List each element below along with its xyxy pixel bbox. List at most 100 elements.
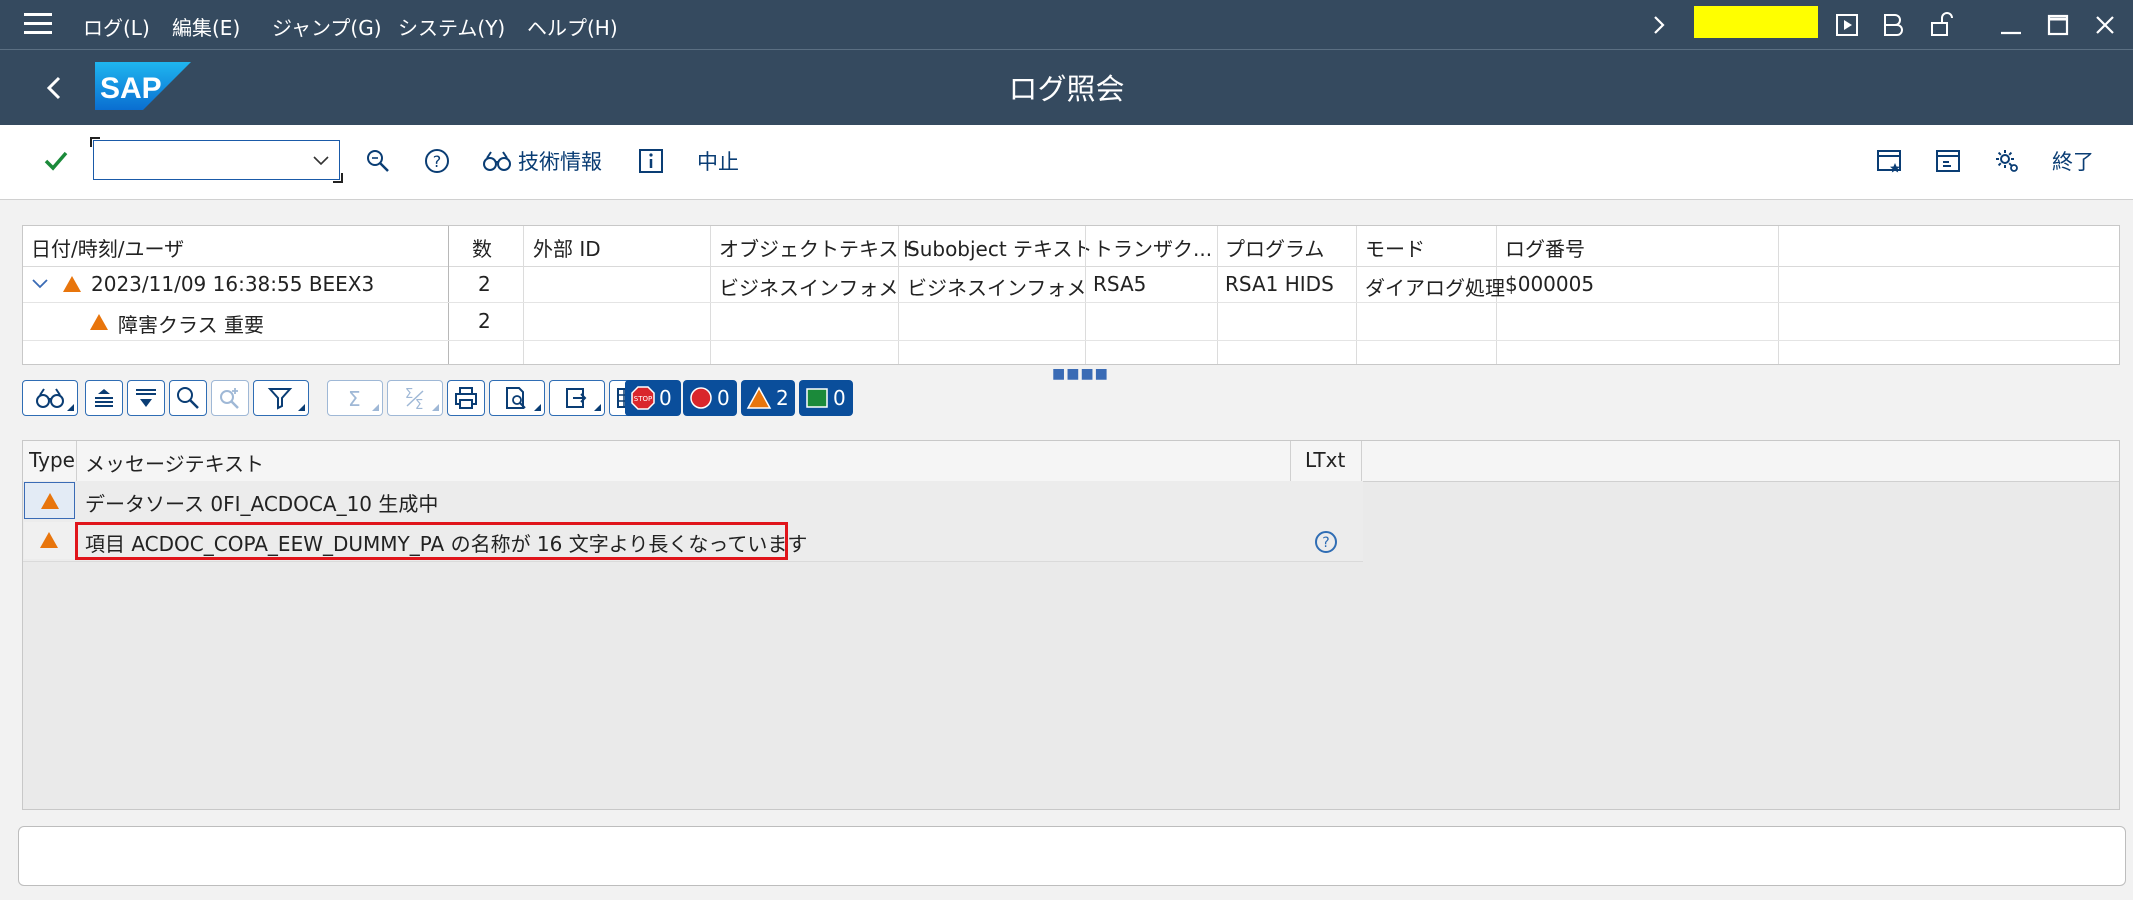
title-bar: SAP ログ照会 — [0, 50, 2133, 125]
row-count: 2 — [478, 309, 491, 333]
row-object-text: ビジネスインフォメーシ — [719, 276, 897, 300]
ok-code-field[interactable] — [90, 137, 343, 183]
page-title: ログ照会 — [1008, 72, 1125, 106]
col-header-program[interactable]: プログラム — [1225, 233, 1324, 262]
menu-log[interactable]: ログ(L) — [83, 12, 150, 41]
col-header-mode[interactable]: モード — [1365, 233, 1425, 262]
warning-icon — [746, 386, 772, 409]
error-count-button[interactable]: 0 — [683, 380, 737, 416]
col-header-object-text[interactable]: オブジェクトテキスト — [719, 233, 918, 262]
print-button[interactable] — [447, 380, 485, 416]
svg-text:?: ? — [433, 152, 442, 171]
chevron-down-icon[interactable] — [31, 277, 49, 291]
subtotal-button[interactable]: ΣΣ — [387, 380, 443, 416]
command-field[interactable] — [1694, 6, 1818, 38]
hamburger-menu-icon[interactable] — [24, 13, 52, 35]
sort-descending-button[interactable] — [127, 380, 165, 416]
settings-icon[interactable] — [1993, 143, 2021, 179]
ok-code-input[interactable] — [100, 146, 294, 174]
row-problem-class: 障害クラス 重要 — [118, 313, 264, 337]
window-favorite-icon[interactable] — [1875, 143, 1903, 179]
long-text-help-icon[interactable]: ? — [1313, 529, 1339, 555]
details-button[interactable] — [22, 380, 78, 416]
cancel-button[interactable]: 中止 — [697, 143, 739, 179]
col-header-subobject-text[interactable]: Subobject テキスト — [907, 233, 1092, 262]
menu-system[interactable]: システム(Y) — [398, 12, 505, 41]
export-icon — [566, 388, 587, 408]
warning-count: 2 — [776, 386, 789, 410]
col-header-transaction[interactable]: トランザク... — [1093, 233, 1212, 262]
chevron-down-icon[interactable] — [311, 150, 331, 170]
find-next-button[interactable] — [211, 380, 249, 416]
exit-button[interactable]: 終了 — [2052, 143, 2094, 179]
column-divider — [1217, 226, 1218, 364]
message-text: データソース 0FI_ACDOCA_10 生成中 — [85, 492, 439, 516]
menu-jump[interactable]: ジャンプ(G) — [272, 12, 382, 41]
highlight-annotation — [75, 522, 788, 560]
message-row[interactable]: データソース 0FI_ACDOCA_10 生成中 — [23, 481, 1363, 522]
menu-bar: ログ(L) 編集(E) ジャンプ(G) システム(Y) ヘルプ(H) — [0, 0, 2133, 50]
alv-toolbar: Σ ΣΣ — [22, 380, 2120, 420]
log-tree-table: 日付/時刻/ユーザ 数 外部 ID オブジェクトテキスト Subobject テ… — [22, 225, 2120, 365]
success-count: 0 — [833, 386, 846, 410]
col-header-message-text[interactable]: メッセージテキスト — [85, 448, 264, 477]
stop-count-button[interactable]: STOP 0 — [625, 380, 681, 416]
new-window-icon[interactable] — [1934, 143, 1962, 179]
log-tree-header: 日付/時刻/ユーザ 数 外部 ID オブジェクトテキスト Subobject テ… — [23, 226, 2119, 267]
warning-count-button[interactable]: 2 — [741, 380, 795, 416]
svg-text:?: ? — [1322, 535, 1329, 551]
export-button[interactable] — [549, 380, 605, 416]
stop-icon: STOP — [631, 386, 655, 410]
column-divider — [1356, 226, 1357, 364]
error-icon — [690, 387, 712, 409]
stop-count: 0 — [659, 386, 672, 410]
print-preview-icon — [506, 387, 526, 409]
filter-button[interactable] — [253, 380, 309, 416]
col-header-count[interactable]: 数 — [472, 233, 492, 262]
col-header-type[interactable]: Type — [29, 448, 75, 472]
col-header-datetime-user[interactable]: 日付/時刻/ユーザ — [31, 233, 184, 262]
row-selector[interactable] — [24, 522, 75, 559]
maximize-icon[interactable] — [2043, 10, 2073, 40]
close-icon[interactable] — [2090, 10, 2120, 40]
svg-text:Σ: Σ — [405, 387, 413, 402]
message-grid: Type メッセージテキスト LTxt データソース 0FI_ACDOCA_10… — [22, 440, 2120, 810]
search-next-icon — [220, 388, 239, 409]
row-datetime-user: 2023/11/09 16:38:55 BEEX3 — [91, 272, 375, 296]
application-toolbar: ? 技術情報 中止 終了 — [0, 125, 2133, 200]
menu-help[interactable]: ヘルプ(H) — [527, 12, 618, 41]
total-button[interactable]: Σ — [327, 380, 383, 416]
column-divider — [898, 226, 899, 364]
sum-icon: Σ — [348, 387, 361, 410]
warning-icon — [90, 314, 108, 330]
col-header-external-id[interactable]: 外部 ID — [533, 233, 601, 262]
filter-icon — [267, 388, 293, 410]
help-icon[interactable]: ? — [423, 143, 451, 179]
menu-edit[interactable]: 編集(E) — [172, 12, 240, 41]
minimize-icon[interactable] — [1996, 10, 2026, 40]
printer-icon — [455, 387, 477, 409]
chevron-right-icon[interactable] — [1644, 10, 1674, 40]
enter-check-icon[interactable] — [42, 143, 70, 179]
col-header-ltxt[interactable]: LTxt — [1305, 448, 1345, 472]
success-count-button[interactable]: 0 — [799, 380, 853, 416]
sort-ascending-button[interactable] — [85, 380, 123, 416]
binoculars-icon — [483, 151, 511, 171]
error-count: 0 — [717, 386, 730, 410]
row-selector[interactable] — [24, 482, 75, 519]
col-header-log-number[interactable]: ログ番号 — [1505, 233, 1585, 262]
views-button[interactable] — [489, 380, 545, 416]
find-button[interactable] — [169, 380, 207, 416]
column-divider — [1085, 226, 1086, 364]
find-icon[interactable] — [364, 143, 392, 179]
unlock-icon[interactable] — [1926, 10, 1956, 40]
layout-icon[interactable] — [1879, 10, 1909, 40]
column-divider — [710, 226, 711, 364]
run-icon[interactable] — [1832, 10, 1862, 40]
technical-info-button[interactable]: 技術情報 — [482, 143, 602, 179]
success-icon — [806, 388, 828, 408]
column-divider — [448, 226, 449, 364]
row-log-number: $000005 — [1505, 272, 1595, 296]
warning-icon — [40, 532, 58, 548]
info-icon[interactable] — [638, 143, 664, 179]
